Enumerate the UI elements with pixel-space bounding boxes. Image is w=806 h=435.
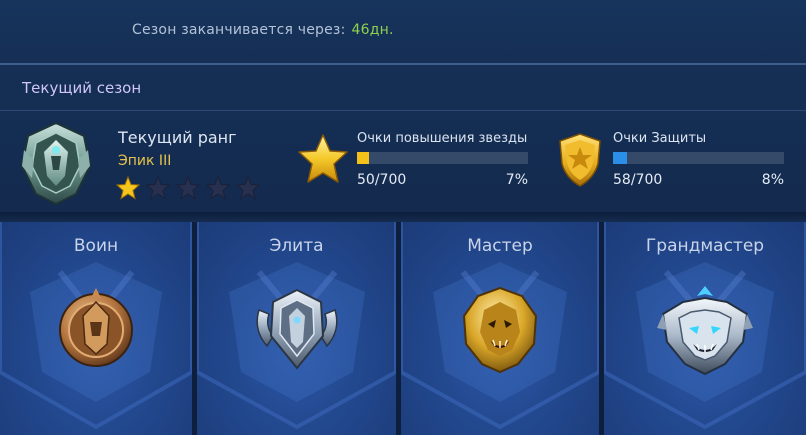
protection-points-progress-fill: [613, 152, 627, 164]
warrior-emblem-icon: [59, 288, 133, 367]
ranked-season-panel: Сезон заканчивается через: 46дн. Текущий …: [0, 0, 806, 435]
star-points-progress-bar: [357, 152, 528, 164]
tier-name: Элита: [269, 236, 324, 256]
rank-stars: [116, 176, 260, 200]
season-end-text: Сезон заканчивается через: 46дн.: [132, 22, 394, 38]
protection-points-count: 58/700: [613, 172, 663, 188]
epic-rank-emblem-icon[interactable]: [18, 120, 94, 206]
protection-points-progress-bar: [613, 152, 784, 164]
shield-star-icon: [559, 133, 601, 187]
rank-star-empty-icon: [236, 176, 260, 200]
tier-card-elite[interactable]: Элита: [197, 222, 396, 435]
tier-name: Грандмастер: [645, 236, 765, 256]
rank-star-empty-icon: [146, 176, 170, 200]
elite-emblem-icon: [256, 288, 337, 370]
star-points-count: 50/700: [357, 172, 407, 188]
divider: [0, 212, 806, 220]
divider: [0, 63, 806, 65]
season-end-bar: Сезон заканчивается через: 46дн.: [0, 0, 806, 62]
star-points-progress-fill: [357, 152, 369, 164]
grandmaster-emblem-icon: [657, 286, 753, 376]
protection-points-label: Очки Защиты: [613, 131, 707, 146]
current-season-heading: Текущий сезон: [22, 79, 142, 97]
rank-star-filled-icon: [116, 176, 140, 200]
current-rank-value: Эпик III: [118, 153, 172, 169]
gold-star-icon: [298, 134, 348, 183]
tier-card-master[interactable]: Мастер: [401, 222, 599, 435]
tier-card-grandmaster[interactable]: Грандмастер: [604, 222, 806, 435]
season-end-label: Сезон заканчивается через:: [132, 22, 346, 38]
tier-name: Воин: [73, 236, 119, 256]
divider: [0, 110, 806, 111]
tier-name: Мастер: [467, 236, 533, 256]
star-points-percent: 7%: [505, 172, 528, 188]
current-rank-title: Текущий ранг: [118, 128, 237, 147]
rank-star-empty-icon: [176, 176, 200, 200]
tier-card-warrior[interactable]: Воин: [0, 222, 192, 435]
master-emblem-icon: [462, 286, 538, 374]
star-points-label: Очки повышения звезды: [357, 131, 528, 146]
protection-points-percent: 8%: [761, 172, 784, 188]
rank-star-empty-icon: [206, 176, 230, 200]
season-end-days: 46дн.: [351, 22, 394, 38]
